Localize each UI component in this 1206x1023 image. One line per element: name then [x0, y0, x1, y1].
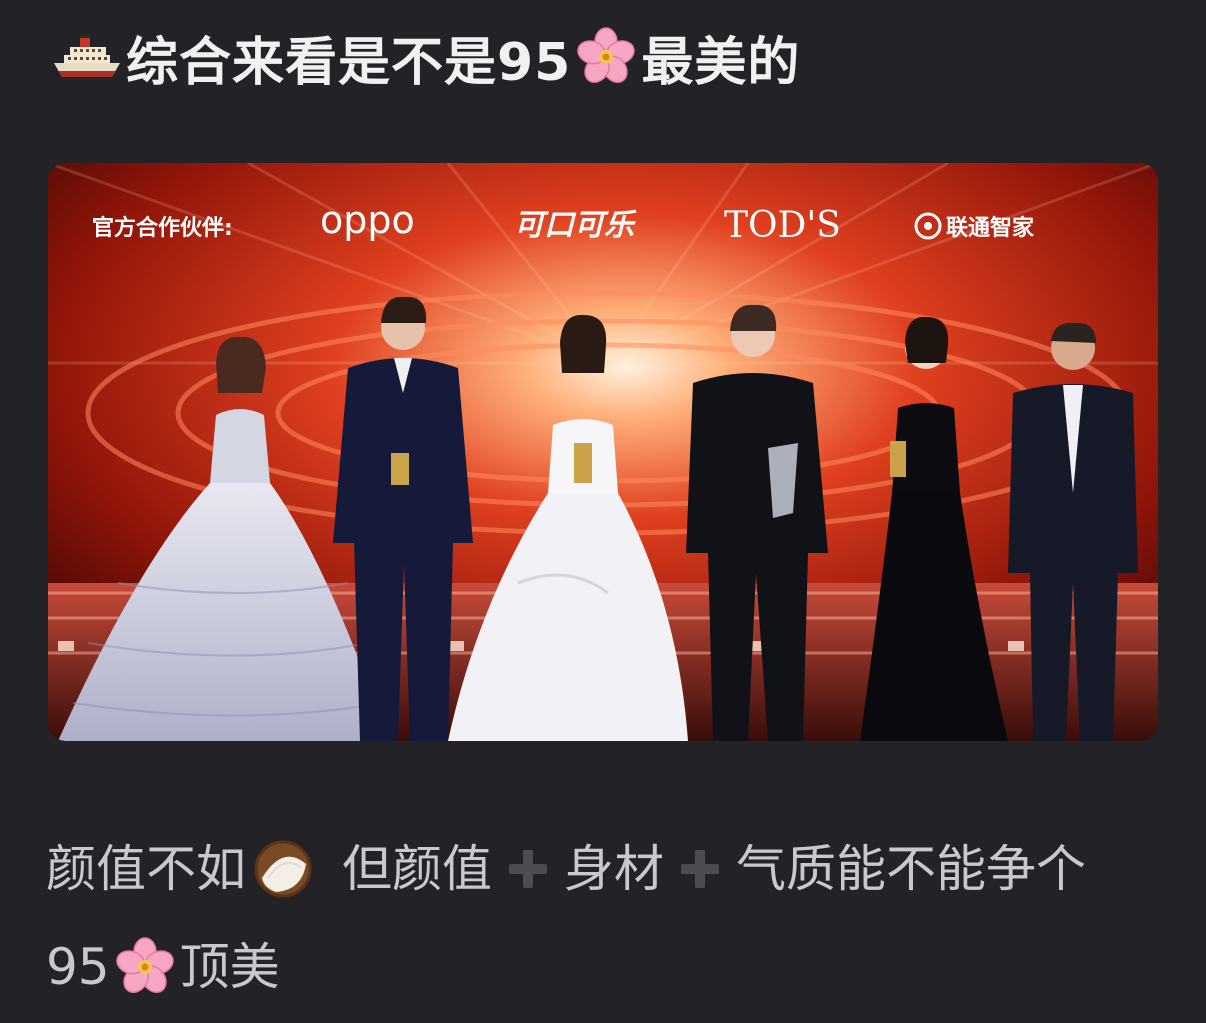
coconut-icon — [254, 840, 312, 898]
cherry-blossom-icon — [115, 937, 174, 993]
title-text-suffix: 最美的 — [641, 32, 801, 93]
plus-icon — [681, 850, 719, 888]
post-title: 综合来看是不是95 最美的 — [52, 22, 801, 93]
body-text-3: 身材 — [564, 840, 664, 898]
sponsor-unicom: 联通智家 — [946, 215, 1035, 241]
post-photo[interactable]: 官方合作伙伴: oppo 可口可乐 TOD'S 联通智家 — [48, 163, 1158, 741]
body-line-2: 95 顶美 — [46, 918, 1176, 1016]
body-text-5: 95 — [46, 938, 110, 996]
body-text-1: 颜值不如 — [46, 840, 246, 898]
sponsor-oppo: oppo — [320, 198, 415, 242]
stage-photo: 官方合作伙伴: oppo 可口可乐 TOD'S 联通智家 — [48, 163, 1158, 741]
body-line-1: 颜值不如 但颜值 身材 气质能不能争个 — [46, 820, 1176, 918]
sponsor-cocacola: 可口可乐 — [514, 208, 637, 243]
body-text-6: 顶美 — [179, 938, 280, 996]
body-text-2: 但颜值 — [342, 840, 492, 898]
post-body: 颜值不如 但颜值 身材 气质能不能争个 95 顶美 — [46, 820, 1176, 1016]
body-text-4: 气质能不能争个 — [736, 840, 1086, 898]
partner-label: 官方合作伙伴: — [92, 215, 233, 241]
plus-icon — [509, 850, 547, 888]
cherry-blossom-icon — [577, 27, 636, 83]
title-text-prefix: 综合来看是不是95 — [126, 32, 572, 93]
ship-icon — [54, 35, 120, 77]
sponsor-tods: TOD'S — [724, 205, 841, 246]
